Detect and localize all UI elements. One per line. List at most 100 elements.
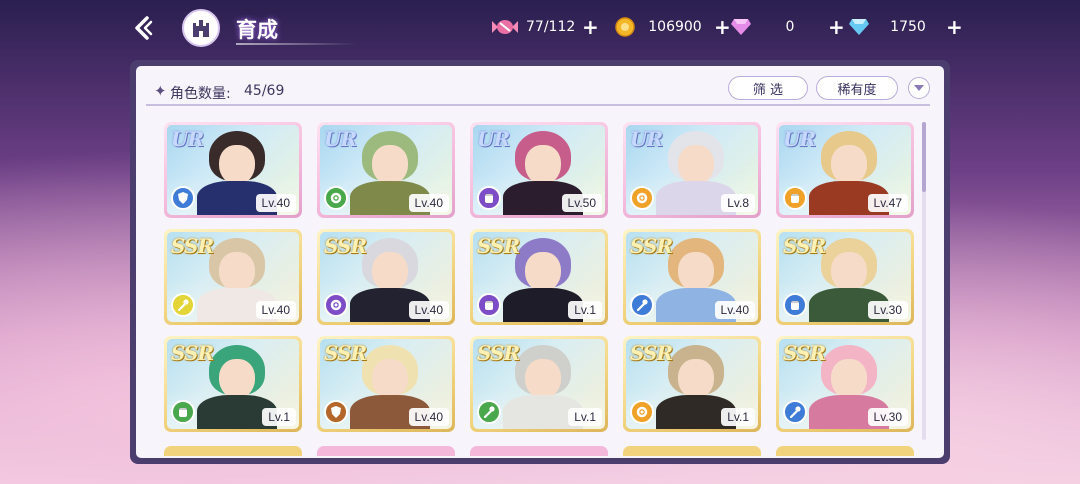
portrait-face xyxy=(525,252,561,292)
rarity-badge: SSR xyxy=(171,234,214,258)
castle-icon xyxy=(193,20,209,37)
resource-pink-gem: 0 + xyxy=(728,15,845,39)
character-card[interactable]: SSR Lv.1 xyxy=(623,336,761,432)
shield-icon xyxy=(176,191,190,205)
fist-icon xyxy=(788,298,802,312)
attribute-badge xyxy=(783,400,807,424)
character-card[interactable]: UR Lv.8 xyxy=(623,122,761,218)
back-arrow-icon xyxy=(135,16,153,40)
character-portrait: SSR Lv.1 xyxy=(473,232,605,322)
gear-icon xyxy=(635,405,649,419)
level-label: Lv.1 xyxy=(262,408,296,426)
fist-icon xyxy=(482,191,496,205)
candy-icon xyxy=(492,15,518,39)
character-portrait: UR Lv.50 xyxy=(473,125,605,215)
portrait-face xyxy=(372,252,408,292)
character-card[interactable]: SSR Lv.40 xyxy=(317,336,455,432)
portrait-face xyxy=(219,252,255,292)
character-portrait: UR Lv.8 xyxy=(626,125,758,215)
character-card-partial[interactable] xyxy=(164,446,302,456)
rarity-badge: UR xyxy=(477,127,510,151)
character-card-partial[interactable] xyxy=(623,446,761,456)
level-label: Lv.40 xyxy=(408,408,449,426)
candy-value: 77/112 xyxy=(526,19,576,35)
header-divider xyxy=(146,104,930,106)
character-card[interactable]: SSR Lv.1 xyxy=(470,229,608,325)
character-panel-body: ✦ 角色数量: 45/69 筛 选 稀有度 UR Lv.40 UR Lv.40 UR Lv… xyxy=(136,66,944,458)
add-candy-button[interactable]: + xyxy=(582,17,599,37)
character-card[interactable]: SSR Lv.1 xyxy=(164,336,302,432)
level-label: Lv.1 xyxy=(568,301,602,319)
character-portrait: SSR Lv.40 xyxy=(626,232,758,322)
level-label: Lv.30 xyxy=(867,301,908,319)
character-card[interactable]: UR Lv.40 xyxy=(317,122,455,218)
sort-order-toggle[interactable] xyxy=(908,77,930,99)
character-count-label: 角色数量: xyxy=(170,86,231,102)
resource-candy: 77/112 + xyxy=(492,15,599,39)
level-label: Lv.40 xyxy=(255,301,296,319)
character-portrait: UR Lv.40 xyxy=(167,125,299,215)
attribute-badge xyxy=(477,293,501,317)
page-title: 育成 xyxy=(236,18,278,42)
portrait-face xyxy=(831,359,867,399)
character-portrait: SSR Lv.1 xyxy=(626,339,758,429)
character-card[interactable]: SSR Lv.40 xyxy=(623,229,761,325)
character-card-partial[interactable] xyxy=(470,446,608,456)
title-decoration xyxy=(236,43,356,45)
add-blue-gem-button[interactable]: + xyxy=(946,17,963,37)
character-card-partial[interactable] xyxy=(317,446,455,456)
character-card[interactable]: UR Lv.47 xyxy=(776,122,914,218)
attribute-badge xyxy=(477,400,501,424)
rarity-badge: SSR xyxy=(630,234,673,258)
level-label: Lv.47 xyxy=(867,194,908,212)
rarity-badge: UR xyxy=(324,127,357,151)
rarity-sort-button[interactable]: 稀有度 xyxy=(816,76,898,100)
portrait-face xyxy=(372,359,408,399)
character-portrait: SSR Lv.40 xyxy=(320,339,452,429)
attribute-badge xyxy=(783,186,807,210)
attribute-badge xyxy=(171,400,195,424)
rarity-badge: SSR xyxy=(783,341,826,365)
character-card[interactable]: SSR Lv.40 xyxy=(317,229,455,325)
character-card[interactable]: SSR Lv.30 xyxy=(776,336,914,432)
shield-icon xyxy=(329,405,343,419)
portrait-face xyxy=(525,359,561,399)
attribute-badge xyxy=(477,186,501,210)
wand-icon xyxy=(482,405,496,419)
fist-icon xyxy=(482,298,496,312)
portrait-face xyxy=(372,145,408,185)
level-label: Lv.1 xyxy=(568,408,602,426)
portrait-face xyxy=(525,145,561,185)
attribute-badge xyxy=(630,186,654,210)
level-label: Lv.30 xyxy=(867,408,908,426)
top-bar: 育成 77/112 + 106900 + 0 + 1750 + xyxy=(0,0,1080,56)
character-portrait: SSR Lv.30 xyxy=(779,339,911,429)
character-card[interactable]: SSR Lv.1 xyxy=(470,336,608,432)
gear-icon xyxy=(329,191,343,205)
scrollbar-thumb[interactable] xyxy=(922,122,926,192)
character-card[interactable]: UR Lv.50 xyxy=(470,122,608,218)
add-pink-gem-button[interactable]: + xyxy=(828,17,845,37)
portrait-face xyxy=(831,252,867,292)
rarity-badge: SSR xyxy=(324,234,367,258)
blue-diamond-icon xyxy=(846,15,872,39)
rarity-badge: SSR xyxy=(783,234,826,258)
rarity-badge: SSR xyxy=(171,341,214,365)
portrait-face xyxy=(219,145,255,185)
back-button[interactable] xyxy=(126,10,162,46)
character-portrait: SSR Lv.30 xyxy=(779,232,911,322)
filter-button[interactable]: 筛 选 xyxy=(728,76,808,100)
panel-header: ✦ 角色数量: 45/69 筛 选 稀有度 xyxy=(136,66,944,106)
home-button[interactable] xyxy=(182,9,220,47)
character-card[interactable]: SSR Lv.30 xyxy=(776,229,914,325)
attribute-badge xyxy=(171,186,195,210)
gold-coin-icon xyxy=(612,15,638,39)
level-label: Lv.8 xyxy=(721,194,755,212)
character-portrait: UR Lv.40 xyxy=(320,125,452,215)
character-card[interactable]: SSR Lv.40 xyxy=(164,229,302,325)
character-card[interactable]: UR Lv.40 xyxy=(164,122,302,218)
rarity-badge: SSR xyxy=(630,341,673,365)
pink-gem-value: 0 xyxy=(785,19,795,35)
character-card-partial[interactable] xyxy=(776,446,914,456)
level-label: Lv.40 xyxy=(408,194,449,212)
